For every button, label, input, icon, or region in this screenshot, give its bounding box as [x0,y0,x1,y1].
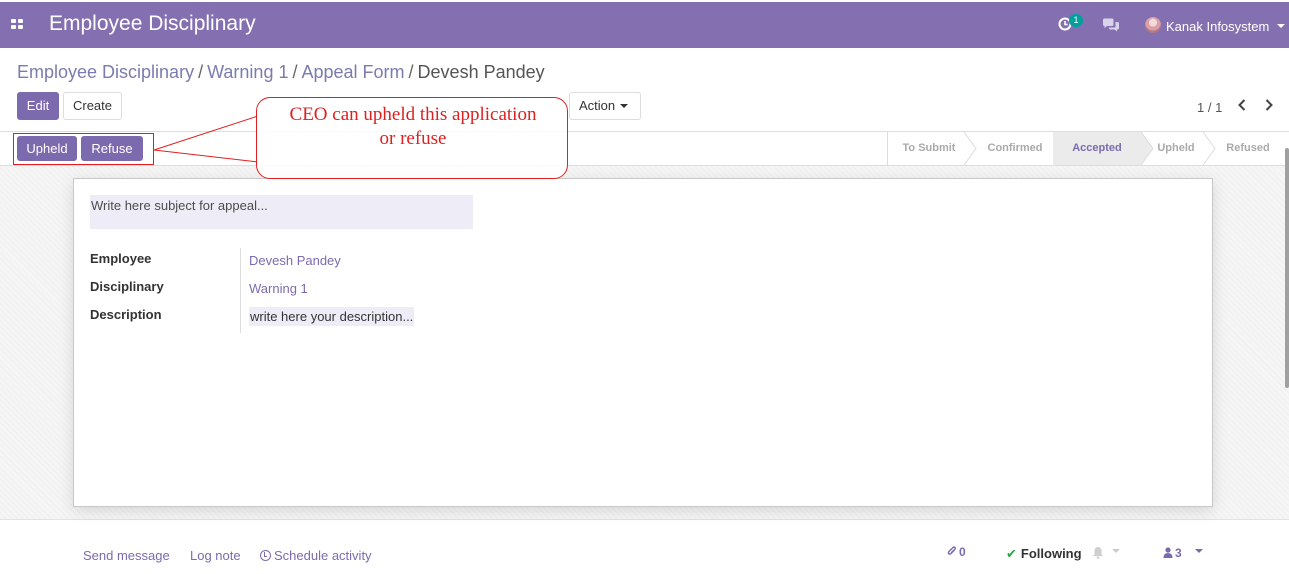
annotation-highlight-box [13,133,154,165]
followers-count: 3 [1175,546,1182,560]
clock-icon [260,550,271,561]
employee-label: Employee [90,251,152,266]
user-icon [1163,547,1173,558]
breadcrumb-separator: / [198,62,204,82]
attachments-count: 0 [959,545,966,559]
disciplinary-label: Disciplinary [90,279,164,294]
action-label: Action [579,98,616,113]
annotation-pointer [153,115,259,163]
breadcrumb-separator: / [408,62,414,82]
appeal-subject-field[interactable]: Write here subject for appeal... [90,195,473,229]
edit-button[interactable]: Edit [17,92,59,120]
breadcrumb-item-appeal-form[interactable]: Appeal Form [301,62,404,82]
pager-next-icon[interactable] [1261,97,1277,113]
send-message-button[interactable]: Send message [83,548,170,563]
pager-value[interactable]: 1 / 1 [1197,100,1222,115]
followers-button[interactable]: 3 [1163,546,1182,560]
schedule-activity-label: Schedule activity [274,548,372,563]
user-avatar[interactable] [1145,17,1161,33]
description-field[interactable]: write here your description... [249,307,415,326]
breadcrumb-separator: / [292,62,298,82]
user-menu[interactable]: Kanak Infosystem [1166,19,1269,34]
disciplinary-link[interactable]: Warning 1 [249,281,308,296]
bell-icon[interactable] [1092,546,1104,559]
field-divider [240,248,241,333]
breadcrumb-item-warning[interactable]: Warning 1 [207,62,288,82]
chevron-down-icon[interactable] [1112,549,1120,553]
following-button[interactable]: ✔ Following [1006,546,1082,562]
status-step-accepted: Accepted [1053,132,1141,165]
pager-previous-icon[interactable] [1234,97,1250,113]
status-step-confirmed: Confirmed [987,142,1043,154]
status-step-to-submit: To Submit [902,142,956,154]
status-step-refused: Refused [1226,142,1270,154]
chevron-down-icon[interactable] [1195,549,1203,553]
schedule-activity-button[interactable]: Schedule activity [260,548,372,563]
employee-link[interactable]: Devesh Pandey [249,253,341,268]
activity-count-badge: 1 [1069,14,1083,27]
annotation-line-1: CEO can upheld this application [289,104,537,125]
status-step-upheld: Upheld [1157,142,1195,154]
annotation-text: CEO can upheld this application or refus… [257,103,569,151]
check-icon: ✔ [1006,546,1017,561]
breadcrumb-current: Devesh Pandey [417,62,545,82]
status-steps: To Submit Confirmed Accepted Upheld Refu… [887,132,1289,165]
caret-down-icon [620,104,628,108]
following-label: Following [1020,546,1082,561]
form-sheet: Write here subject for appeal... Employe… [73,178,1213,507]
step-separator [1203,132,1216,165]
apps-menu-icon[interactable] [11,19,23,29]
breadcrumb-item-employee-disciplinary[interactable]: Employee Disciplinary [17,62,194,82]
action-dropdown[interactable]: Action [569,92,641,120]
annotation-line-2: or refuse [379,128,447,149]
top-navbar: Employee Disciplinary 1 Kanak Infosystem [0,2,1289,48]
attachments-button[interactable]: 0 [947,545,966,559]
breadcrumb: Employee Disciplinary / Warning 1/Appeal F… [17,62,545,83]
paperclip-icon [947,546,957,555]
app-title: Employee Disciplinary [49,12,256,35]
scrollbar-thumb[interactable] [1285,148,1289,388]
log-note-button[interactable]: Log note [190,548,241,563]
messaging-icon[interactable] [1102,18,1120,32]
annotation-callout: CEO can upheld this application or refus… [256,97,568,179]
description-label: Description [90,307,162,322]
chevron-down-icon[interactable] [1277,24,1285,28]
create-button[interactable]: Create [63,92,122,120]
